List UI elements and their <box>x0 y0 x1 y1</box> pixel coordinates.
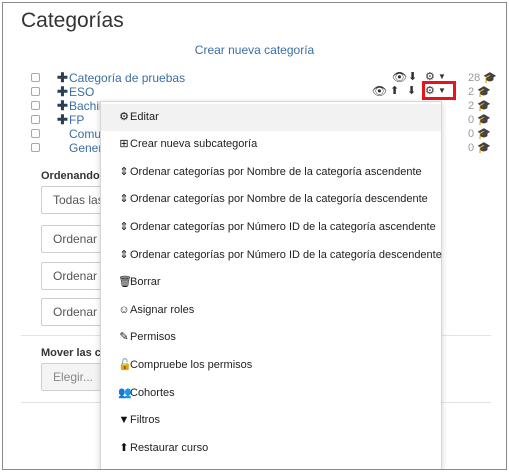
sort-icon: ⇕ <box>119 193 129 205</box>
menu-item-sort-id-asc[interactable]: ⇕ Ordenar categorías por Número ID de la… <box>101 214 441 241</box>
graduation-cap-icon: 🎓 <box>477 114 491 126</box>
course-count: 0 🎓 <box>468 114 491 126</box>
sort-section-heading: Ordenando <box>41 170 100 182</box>
plus-square-icon: ⊞ <box>119 138 129 150</box>
users-icon: 👥 <box>118 387 132 399</box>
menu-item-sort-id-desc[interactable]: ⇕ Ordenar categorías por Número ID de la… <box>101 242 441 269</box>
menu-item-check-permissions[interactable]: 🔓 Compruebe los permisos <box>101 352 441 379</box>
menu-item-sort-name-asc[interactable]: ⇕ Ordenar categorías por Nombre de la ca… <box>101 159 441 186</box>
filter-icon: ▼ <box>118 414 130 426</box>
menu-item-edit[interactable]: ⚙ Editar <box>101 104 441 131</box>
arrow-down-icon[interactable]: ⬇ <box>407 84 416 97</box>
graduation-cap-icon: 🎓 <box>477 86 491 98</box>
row-checkbox[interactable] <box>31 143 40 152</box>
menu-item-filters[interactable]: ▼ Filtros <box>101 407 441 434</box>
course-count: 2 🎓 <box>468 100 491 112</box>
category-name[interactable]: FP <box>69 113 84 127</box>
row-checkbox[interactable] <box>31 73 40 82</box>
category-name[interactable]: Categoría de pruebas <box>69 71 185 85</box>
category-row: ✚ ESO 👁 ⬆ ⬇ ⚙ ▼ 2 🎓 <box>3 81 506 100</box>
category-name[interactable]: Bachil <box>69 99 102 113</box>
sort-icon: ⇕ <box>119 221 129 233</box>
categories-panel: Categorías Crear nueva categoría ✚ Categ… <box>2 2 507 470</box>
arrow-up-icon[interactable]: ⬆ <box>390 84 399 97</box>
sort-icon: ⇕ <box>119 249 129 261</box>
menu-item-assign-roles[interactable]: ☺ Asignar roles <box>101 297 441 324</box>
eye-icon[interactable]: 👁 <box>372 84 387 98</box>
category-actions-menu: ⚙ Editar ⊞ Crear nueva subcategoría ⇕ Or… <box>100 101 442 469</box>
category-name[interactable]: Gener <box>69 141 102 155</box>
row-checkbox[interactable] <box>31 115 40 124</box>
course-count: 2 🎓 <box>468 86 491 98</box>
graduation-cap-icon: 🎓 <box>477 128 491 140</box>
arrow-down-icon[interactable]: ⬇ <box>408 70 417 83</box>
page-title: Categorías <box>21 9 124 32</box>
menu-item-permissions[interactable]: ✎ Permisos <box>101 324 441 351</box>
highlight-box <box>422 81 456 100</box>
create-category-link[interactable]: Crear nueva categoría <box>3 43 506 57</box>
graduation-cap-icon: 🎓 <box>477 142 491 154</box>
row-checkbox[interactable] <box>31 87 40 96</box>
sort-icon: ⇕ <box>119 166 129 178</box>
gear-icon: ⚙ <box>119 111 129 123</box>
menu-item-restore-course[interactable]: ⬆ Restaurar curso <box>101 435 441 462</box>
row-checkbox[interactable] <box>31 101 40 110</box>
course-count: 0 🎓 <box>468 128 491 140</box>
category-name[interactable]: ESO <box>69 85 94 99</box>
course-count: 28 🎓 <box>468 72 498 84</box>
graduation-cap-icon: 🎓 <box>477 100 491 112</box>
menu-item-sort-name-desc[interactable]: ⇕ Ordenar categorías por Nombre de la ca… <box>101 186 441 213</box>
edit-icon: ✎ <box>119 331 129 343</box>
menu-item-create-subcategory[interactable]: ⊞ Crear nueva subcategoría <box>101 131 441 158</box>
eye-icon[interactable]: 👁 <box>392 70 407 84</box>
menu-item-cohorts[interactable]: 👥 Cohortes <box>101 380 441 407</box>
user-circle-icon: ☺ <box>118 304 130 316</box>
unlock-icon: 🔓 <box>118 359 132 371</box>
plus-icon[interactable]: ✚ <box>57 112 68 128</box>
trash-icon: 🗑 <box>118 276 132 288</box>
category-name[interactable]: Comu <box>69 127 101 141</box>
row-checkbox[interactable] <box>31 129 40 138</box>
course-count: 0 🎓 <box>468 142 491 154</box>
caret-down-icon[interactable]: ▼ <box>438 72 446 81</box>
upload-icon: ⬆ <box>119 442 129 454</box>
menu-item-delete[interactable]: 🗑 Borrar <box>101 269 441 296</box>
move-section-heading: Mover las c <box>41 347 101 359</box>
graduation-cap-icon: 🎓 <box>483 72 498 84</box>
